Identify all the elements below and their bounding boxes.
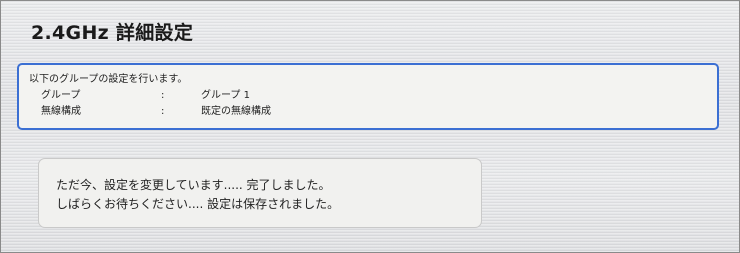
group-info-panel: 以下のグループの設定を行います。 グループ : グループ 1 無線構成 : 既定… (17, 63, 719, 130)
info-intro-text: 以下のグループの設定を行います。 (29, 74, 188, 85)
page-title: 2.4GHz 詳細設定 (31, 22, 194, 44)
settings-page: 2.4GHz 詳細設定 以下のグループの設定を行います。 グループ : グループ… (0, 0, 740, 253)
info-separator: : (161, 106, 165, 117)
info-label-group: グループ (41, 90, 81, 101)
status-message-line-1: ただ今、設定を変更しています..... 完了しました。 (56, 178, 331, 192)
status-message-panel: ただ今、設定を変更しています..... 完了しました。 しばらくお待ちください.… (38, 158, 482, 228)
info-label-wireless-config: 無線構成 (41, 106, 81, 117)
info-value-group: グループ 1 (201, 90, 250, 101)
info-row-group: グループ : グループ 1 (29, 88, 707, 104)
info-value-wireless-config: 既定の無線構成 (201, 106, 271, 117)
status-message-line-2: しばらくお待ちください.... 設定は保存されました。 (56, 197, 340, 211)
info-row-wireless-config: 無線構成 : 既定の無線構成 (29, 104, 707, 120)
info-separator: : (161, 90, 165, 101)
